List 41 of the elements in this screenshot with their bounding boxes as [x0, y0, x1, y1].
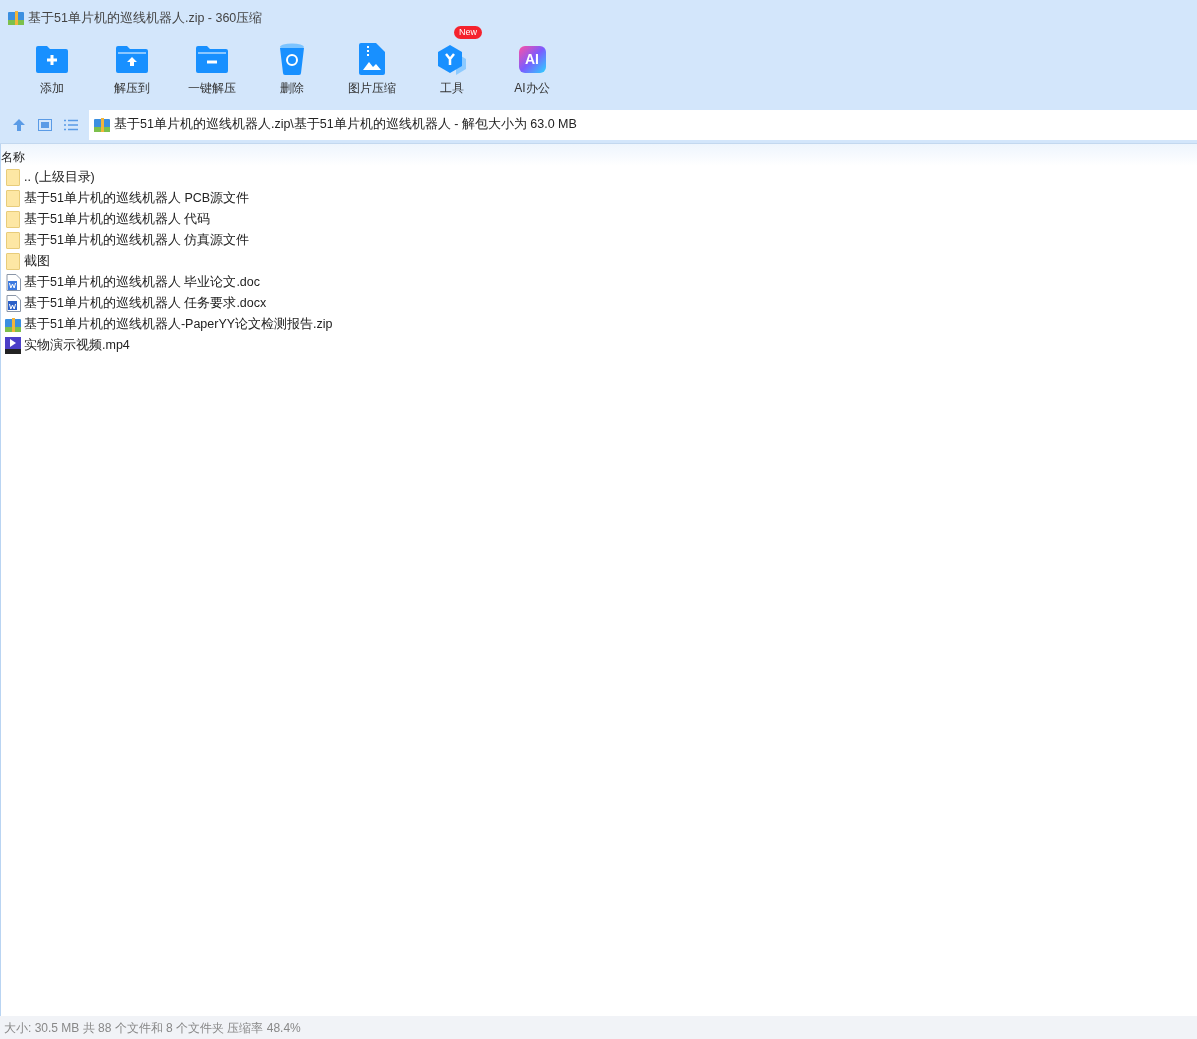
hexagon-icon — [436, 43, 468, 75]
recycle-bin-icon — [279, 43, 305, 75]
word-document-icon — [5, 295, 21, 312]
thumbnail-view-icon[interactable] — [38, 118, 52, 131]
archive-icon — [8, 11, 24, 25]
folder-icon — [6, 190, 20, 207]
video-file-icon — [5, 337, 21, 354]
toolbar-button[interactable]: 一键解压 — [172, 34, 252, 96]
status-text: 大小: 30.5 MB 共 88 个文件和 8 个文件夹 压缩率 48.4% — [4, 1019, 301, 1037]
file-name[interactable]: 基于51单片机的巡线机器人 代码 — [24, 210, 211, 229]
image-file-icon — [359, 43, 385, 75]
file-name[interactable]: 基于51单片机的巡线机器人-PaperYY论文检测报告.zip — [24, 315, 333, 334]
file-name[interactable]: 基于51单片机的巡线机器人 PCB源文件 — [24, 189, 250, 208]
toolbar-button[interactable]: 图片压缩 — [332, 34, 412, 96]
folder-plus-icon — [36, 45, 68, 73]
file-name[interactable]: .. (上级目录) — [24, 168, 95, 187]
folder-icon — [6, 211, 20, 228]
column-header[interactable]: 名称 — [1, 144, 1197, 166]
file-name[interactable]: 基于51单片机的巡线机器人 仿真源文件 — [24, 231, 250, 250]
toolbar-button[interactable]: 删除 — [252, 34, 332, 96]
toolbar-button[interactable]: AI AI办公 — [492, 34, 572, 96]
archive-icon — [5, 317, 21, 332]
up-arrow-icon[interactable] — [12, 117, 26, 132]
folder-minus-icon — [196, 45, 228, 73]
window-title: 基于51单片机的巡线机器人.zip - 360压缩 — [28, 9, 263, 27]
toolbar-button[interactable]: 添加 — [12, 34, 92, 96]
file-name[interactable]: 实物演示视频.mp4 — [24, 336, 130, 355]
file-name[interactable]: 基于51单片机的巡线机器人 毕业论文.doc — [24, 273, 260, 292]
folder-icon — [6, 169, 20, 186]
new-badge: New — [454, 26, 482, 39]
path-field[interactable]: 基于51单片机的巡线机器人.zip\基于51单片机的巡线机器人 - 解包大小为 63.0 MB — [89, 109, 1197, 140]
folder-icon — [6, 232, 20, 249]
folder-icon — [6, 253, 20, 270]
toolbar-button[interactable]: 解压到 — [92, 34, 172, 96]
file-name[interactable]: 截图 — [24, 252, 50, 271]
folder-upload-icon — [116, 45, 148, 73]
ai-app-icon: AI — [518, 45, 546, 73]
word-document-icon — [5, 274, 21, 291]
file-name[interactable]: 基于51单片机的巡线机器人 任务要求.docx — [24, 294, 267, 313]
list-view-icon[interactable] — [64, 118, 78, 131]
archive-icon — [94, 117, 110, 132]
